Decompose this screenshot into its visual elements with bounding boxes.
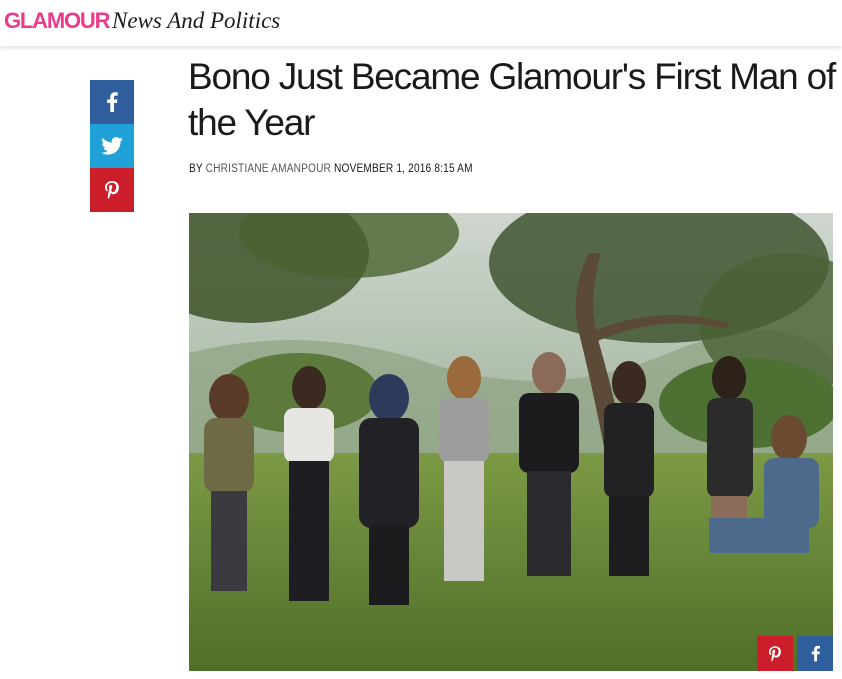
facebook-icon (811, 645, 820, 662)
facebook-icon (107, 92, 118, 112)
top-bar: GLAMOUR News And Politics (0, 0, 842, 46)
pinterest-share-button[interactable] (90, 168, 134, 212)
author-link[interactable]: CHRISTIANE AMANPOUR (206, 163, 331, 175)
pinterest-icon (105, 181, 119, 199)
share-rail (90, 80, 134, 212)
publish-date: NOVEMBER 1, 2016 8:15 AM (334, 163, 473, 175)
image-pinterest-button[interactable] (757, 636, 793, 671)
twitter-icon (101, 137, 123, 155)
article-title: Bono Just Became Glamour's First Man of … (188, 56, 836, 143)
pinterest-icon (769, 645, 781, 662)
hero-image (189, 213, 833, 671)
byline: BY CHRISTIANE AMANPOUR NOVEMBER 1, 2016 … (189, 161, 473, 177)
brand-logo[interactable]: GLAMOUR (4, 8, 110, 34)
twitter-share-button[interactable] (90, 124, 134, 168)
hero-photo (189, 213, 833, 671)
facebook-share-button[interactable] (90, 80, 134, 124)
image-facebook-button[interactable] (797, 636, 833, 671)
byline-prefix: BY (189, 163, 203, 175)
section-name[interactable]: News And Politics (112, 8, 280, 34)
